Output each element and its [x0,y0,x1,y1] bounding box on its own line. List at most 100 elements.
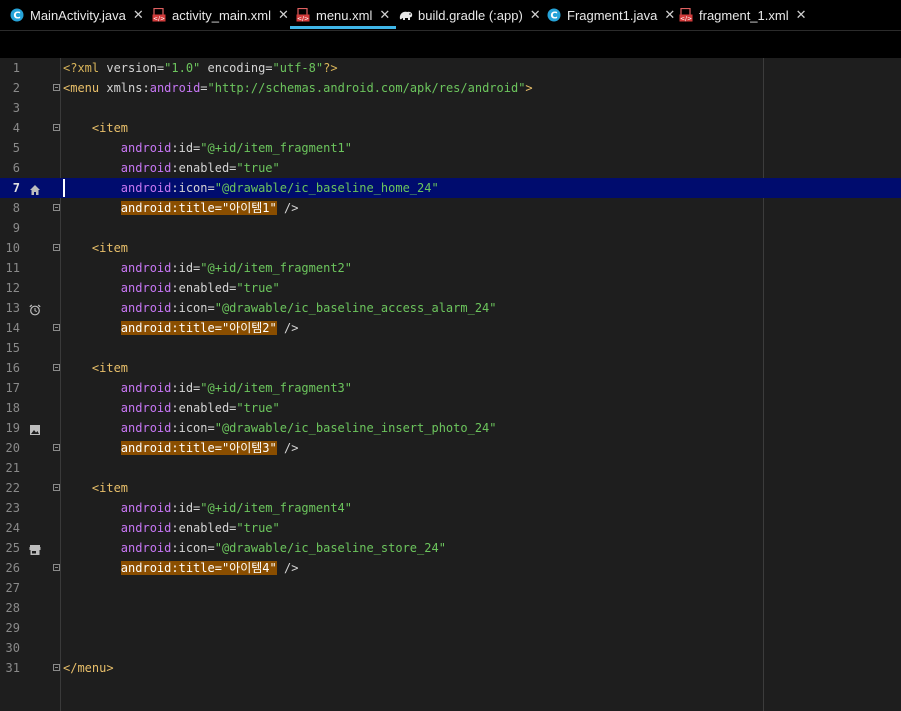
code-text: android:id="@+id/item_fragment1" [63,138,352,158]
line-number: 11 [5,261,20,275]
close-icon[interactable]: ✕ [796,7,807,23]
home-icon[interactable] [29,182,41,195]
tab-label: activity_main.xml [172,7,271,23]
line-number: 6 [12,161,20,175]
token: </menu> [63,661,114,675]
fold-toggle-icon[interactable] [53,204,60,211]
tab-build-gradle-app[interactable]: build.gradle (:app) ✕ [398,0,541,30]
code-editor[interactable]: 1 <?xml version="1.0" encoding="utf-8"?> 2… [0,58,901,711]
code-line[interactable]: 17 android:id="@+id/item_fragment3" [0,378,901,398]
token: "@+id/item_fragment1" [200,141,352,155]
code-line[interactable]: 30 [0,638,901,658]
token: android [120,401,172,415]
token: "true" [236,281,280,295]
code-line[interactable]: 3 [0,98,901,118]
code-line[interactable]: 27 [0,578,901,598]
line-number: 3 [12,101,20,115]
code-line[interactable]: 23 android:id="@+id/item_fragment4" [0,498,901,518]
fold-toggle-icon[interactable] [53,564,60,571]
store-icon[interactable] [29,542,41,555]
token: :enabled= [171,161,237,175]
code-text: android:enabled="true" [63,278,280,298]
token: android [120,521,172,535]
token: "@+id/item_fragment4" [200,501,352,515]
code-line[interactable]: 16 <item [0,358,901,378]
alarm-icon[interactable] [29,302,41,316]
fold-toggle-icon[interactable] [53,364,60,371]
code-line[interactable]: 19 android:icon="@drawable/ic_baseline_i… [0,418,901,438]
tab-fragment1-java[interactable]: C Fragment1.java ✕ [547,0,675,30]
code-line[interactable]: 8 android:title="아이템1" /> [0,198,901,218]
line-number: 4 [12,121,20,135]
search-highlight: android:title="아이템1" [120,201,277,215]
code-line[interactable]: 4 <item [0,118,901,138]
code-line[interactable]: 6 android:enabled="true" [0,158,901,178]
token: encoding= [200,61,273,75]
photo-icon[interactable] [29,422,41,435]
code-line[interactable]: 29 [0,618,901,638]
fold-toggle-icon[interactable] [53,84,60,91]
fold-toggle-icon[interactable] [53,444,60,451]
code-line[interactable]: 7 android:icon="@drawable/ic_baseline_ho… [0,178,901,198]
token: <item [91,121,129,135]
tab-fragment-1-xml[interactable]: </> fragment_1.xml ✕ [679,0,807,30]
fold-toggle-icon[interactable] [53,324,60,331]
code-line[interactable]: 9 [0,218,901,238]
code-line[interactable]: 5 android:id="@+id/item_fragment1" [0,138,901,158]
code-line[interactable]: 25 android:icon="@drawable/ic_baseline_s… [0,538,901,558]
code-line[interactable]: 14 android:title="아이템2" /> [0,318,901,338]
line-number: 12 [5,281,20,295]
code-line[interactable]: 12 android:enabled="true" [0,278,901,298]
code-line[interactable]: 21 [0,458,901,478]
xml-layout-icon: </> [296,7,310,23]
code-line[interactable]: 18 android:enabled="true" [0,398,901,418]
search-highlight: android:title="아이템4" [120,561,277,575]
tab-menu-xml[interactable]: </> menu.xml ✕ [289,0,397,30]
fold-toggle-icon[interactable] [53,664,60,671]
close-icon[interactable]: ✕ [278,7,289,23]
token: "utf-8" [272,61,324,75]
fold-toggle-icon[interactable] [53,124,60,131]
tab-mainactivity-java[interactable]: C MainActivity.java ✕ [10,0,144,30]
code-text: android:title="아이템2" /> [63,318,298,338]
line-number: 17 [5,381,20,395]
close-icon[interactable]: ✕ [664,7,675,23]
fold-toggle-icon[interactable] [53,244,60,251]
code-line[interactable]: 13 android:icon="@drawable/ic_baseline_a… [0,298,901,318]
close-icon[interactable]: ✕ [133,7,144,23]
token: :icon= [171,181,215,195]
token: android [120,261,172,275]
line-number: 23 [5,501,20,515]
token: <menu [63,81,107,95]
token: "@drawable/ic_baseline_store_24" [214,541,446,555]
code-line[interactable]: 22 <item [0,478,901,498]
code-line[interactable]: 2 <menu xmlns:android="http://schemas.and… [0,78,901,98]
code-line[interactable]: 11 android:id="@+id/item_fragment2" [0,258,901,278]
close-icon[interactable]: ✕ [379,7,390,23]
code-line[interactable]: 26 android:title="아이템4" /> [0,558,901,578]
token: "true" [236,521,280,535]
code-line[interactable]: 10 <item [0,238,901,258]
code-line[interactable]: 24 android:enabled="true" [0,518,901,538]
line-number: 31 [5,661,20,675]
code-line[interactable]: 15 [0,338,901,358]
line-number: 15 [5,341,20,355]
close-icon[interactable]: ✕ [530,7,541,23]
code-text: android:id="@+id/item_fragment4" [63,498,352,518]
code-text: <?xml version="1.0" encoding="utf-8"?> [63,58,338,78]
fold-toggle-icon[interactable] [53,484,60,491]
code-line[interactable]: 1 <?xml version="1.0" encoding="utf-8"?> [0,58,901,78]
code-line[interactable]: 20 android:title="아이템3" /> [0,438,901,458]
code-text: </menu> [63,658,114,678]
token: /> [276,201,299,215]
code-line[interactable]: 28 [0,598,901,618]
code-line[interactable]: 31 </menu> [0,658,901,678]
token: "@drawable/ic_baseline_home_24" [214,181,439,195]
token: > [525,81,533,95]
tab-activity-main-xml[interactable]: </> activity_main.xml ✕ [152,0,289,30]
